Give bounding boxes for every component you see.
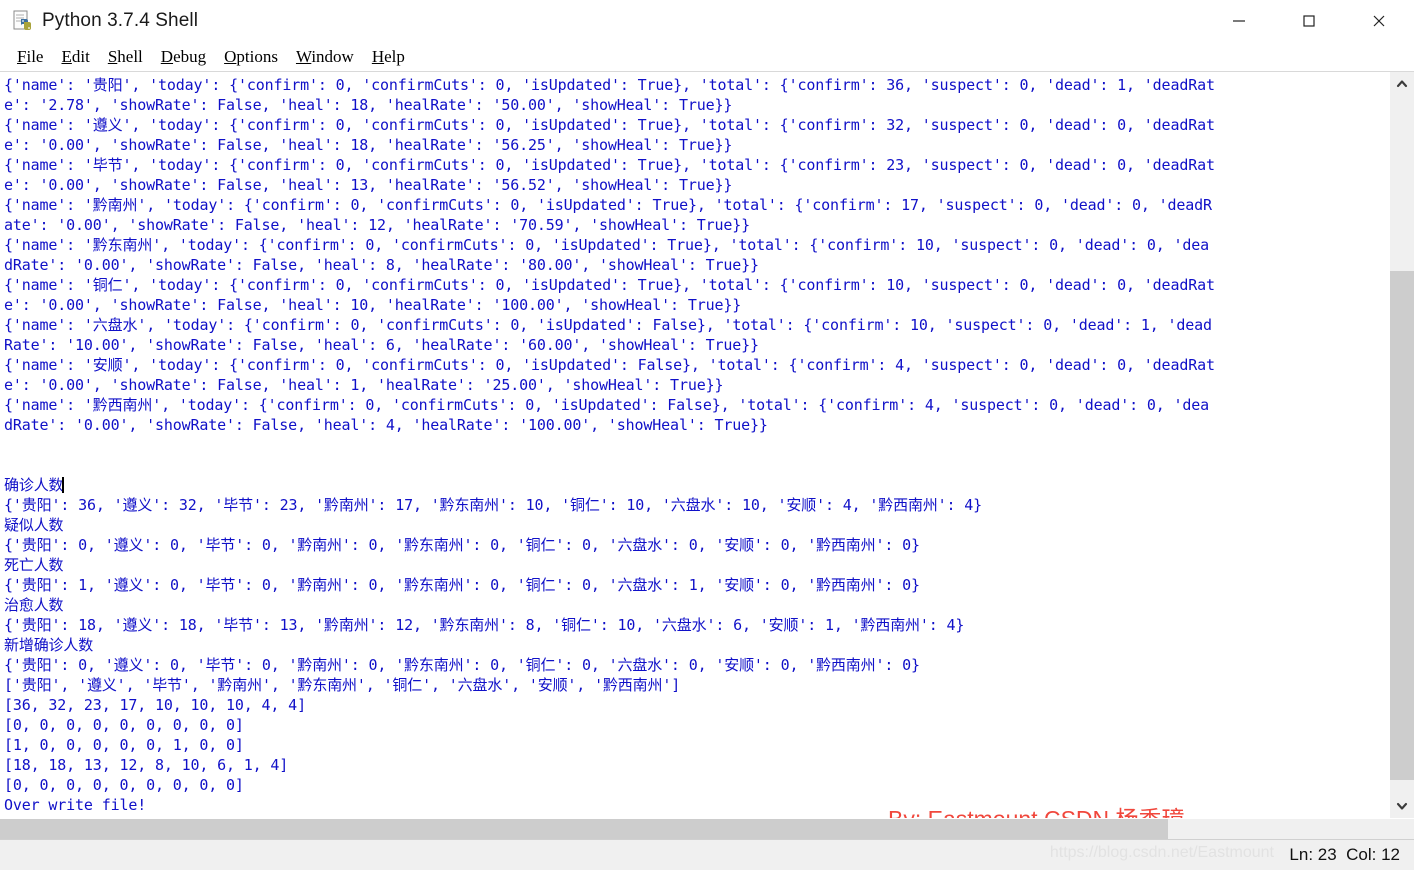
menu-edit-mnemonic: E bbox=[61, 46, 72, 66]
scrollbar-corner bbox=[1390, 819, 1414, 839]
python-file-icon bbox=[12, 10, 34, 32]
shell-line: e': '0.00', 'showRate': False, 'heal': 1… bbox=[4, 176, 733, 194]
menu-window[interactable]: Window bbox=[287, 46, 363, 69]
shell-line: {'name': '黔西南州', 'today': {'confirm': 0,… bbox=[4, 396, 1210, 414]
vertical-scroll-thumb[interactable] bbox=[1390, 270, 1414, 781]
window-title: Python 3.7.4 Shell bbox=[42, 10, 199, 31]
status-bar: https://blog.csdn.net/Eastmount Ln: 23 C… bbox=[0, 839, 1414, 870]
menu-file[interactable]: File bbox=[8, 46, 52, 69]
menu-window-rest: indow bbox=[311, 46, 354, 66]
menu-options[interactable]: Options bbox=[215, 46, 287, 69]
shell-line: Over write file! bbox=[4, 796, 147, 814]
shell-line: {'name': '安顺', 'today': {'confirm': 0, '… bbox=[4, 356, 1215, 374]
menu-options-mnemonic: O bbox=[224, 46, 237, 66]
menu-edit[interactable]: Edit bbox=[52, 46, 98, 69]
menu-options-rest: ptions bbox=[236, 46, 278, 66]
shell-line: {'贵阳': 18, '遵义': 18, '毕节': 13, '黔南州': 12… bbox=[4, 616, 965, 634]
shell-line: e': '0.00', 'showRate': False, 'heal': 1… bbox=[4, 296, 742, 314]
menu-help-rest: elp bbox=[384, 46, 405, 66]
menu-file-rest: ile bbox=[26, 46, 44, 66]
shell-line: Rate': '10.00', 'showRate': False, 'heal… bbox=[4, 336, 759, 354]
shell-line: 新增确诊人数 bbox=[4, 636, 94, 654]
shell-line: {'name': '遵义', 'today': {'confirm': 0, '… bbox=[4, 116, 1215, 134]
menu-help[interactable]: Help bbox=[363, 46, 414, 69]
shell-line: [18, 18, 13, 12, 8, 10, 6, 1, 4] bbox=[4, 756, 289, 774]
shell-line: 治愈人数 bbox=[4, 596, 64, 614]
shell-line: {'贵阳': 1, '遵义': 0, '毕节': 0, '黔南州': 0, '黔… bbox=[4, 576, 920, 594]
shell-line: {'name': '铜仁', 'today': {'confirm': 0, '… bbox=[4, 276, 1215, 294]
shell-line: {'name': '贵阳', 'today': {'confirm': 0, '… bbox=[4, 76, 1215, 94]
idle-shell-window: Python 3.7.4 Shell File Edit Shell Debug… bbox=[0, 0, 1414, 870]
shell-line: dRate': '0.00', 'showRate': False, 'heal… bbox=[4, 416, 768, 434]
menu-window-mnemonic: W bbox=[295, 46, 312, 66]
menu-shell-rest: hell bbox=[117, 46, 143, 66]
menu-shell-mnemonic: S bbox=[107, 46, 118, 66]
menu-bar: File Edit Shell Debug Options Window Hel… bbox=[0, 43, 1414, 72]
horizontal-scroll-thumb[interactable] bbox=[0, 819, 1168, 839]
shell-output-text[interactable]: {'name': '贵阳', 'today': {'confirm': 0, '… bbox=[0, 73, 1389, 818]
shell-line: {'name': '毕节', 'today': {'confirm': 0, '… bbox=[4, 156, 1215, 174]
shell-line: ['贵阳', '遵义', '毕节', '黔南州', '黔东南州', '铜仁', … bbox=[4, 676, 681, 694]
shell-line: {'name': '黔南州', 'today': {'confirm': 0, … bbox=[4, 196, 1212, 214]
shell-text-viewport[interactable]: {'name': '贵阳', 'today': {'confirm': 0, '… bbox=[0, 72, 1389, 818]
text-caret bbox=[62, 477, 65, 493]
chevron-up-icon[interactable] bbox=[1390, 72, 1414, 96]
vertical-scrollbar[interactable] bbox=[1389, 72, 1414, 818]
cursor-position-indicator: Ln: 23 Col: 12 bbox=[1289, 845, 1400, 864]
shell-line: [0, 0, 0, 0, 0, 0, 0, 0, 0] bbox=[4, 776, 244, 794]
shell-line: 疑似人数 bbox=[4, 516, 64, 534]
shell-line: {'贵阳': 0, '遵义': 0, '毕节': 0, '黔南州': 0, '黔… bbox=[4, 656, 920, 674]
shell-line: e': '0.00', 'showRate': False, 'heal': 1… bbox=[4, 136, 733, 154]
shell-line: {'贵阳': 36, '遵义': 32, '毕节': 23, '黔南州': 17… bbox=[4, 496, 983, 514]
horizontal-scrollbar[interactable] bbox=[0, 819, 1390, 839]
menu-debug-rest: ebug bbox=[173, 46, 207, 66]
title-bar: Python 3.7.4 Shell bbox=[0, 0, 1414, 43]
menu-help-mnemonic: H bbox=[371, 46, 385, 66]
shell-line: [36, 32, 23, 17, 10, 10, 10, 4, 4] bbox=[4, 696, 306, 714]
menu-debug[interactable]: Debug bbox=[152, 46, 215, 69]
vertical-scroll-track[interactable] bbox=[1390, 96, 1414, 794]
url-watermark: https://blog.csdn.net/Eastmount bbox=[1049, 844, 1274, 861]
shell-line: e': '2.78', 'showRate': False, 'heal': 1… bbox=[4, 96, 733, 114]
shell-line: {'name': '六盘水', 'today': {'confirm': 0, … bbox=[4, 316, 1212, 334]
close-button[interactable] bbox=[1344, 0, 1414, 42]
menu-shell[interactable]: Shell bbox=[99, 46, 152, 69]
shell-line: ate': '0.00', 'showRate': False, 'heal':… bbox=[4, 216, 750, 234]
shell-line: e': '0.00', 'showRate': False, 'heal': 1… bbox=[4, 376, 724, 394]
window-controls bbox=[1204, 0, 1414, 42]
chevron-down-icon[interactable] bbox=[1390, 794, 1414, 818]
horizontal-scrollbar-row bbox=[0, 818, 1414, 839]
shell-line: 确诊人数 bbox=[4, 476, 65, 494]
menu-edit-rest: dit bbox=[71, 46, 90, 66]
shell-line: [0, 0, 0, 0, 0, 0, 0, 0, 0] bbox=[4, 716, 244, 734]
maximize-button[interactable] bbox=[1274, 0, 1344, 42]
shell-line: dRate': '0.00', 'showRate': False, 'heal… bbox=[4, 256, 759, 274]
menu-debug-mnemonic: D bbox=[160, 46, 174, 66]
shell-line: {'贵阳': 0, '遵义': 0, '毕节': 0, '黔南州': 0, '黔… bbox=[4, 536, 920, 554]
shell-line: [1, 0, 0, 0, 0, 0, 1, 0, 0] bbox=[4, 736, 244, 754]
shell-line: {'name': '黔东南州', 'today': {'confirm': 0,… bbox=[4, 236, 1210, 254]
shell-line: 死亡人数 bbox=[4, 556, 64, 574]
shell-body: {'name': '贵阳', 'today': {'confirm': 0, '… bbox=[0, 72, 1414, 818]
shell-prompt: >>> bbox=[4, 815, 1389, 818]
minimize-button[interactable] bbox=[1204, 0, 1274, 42]
